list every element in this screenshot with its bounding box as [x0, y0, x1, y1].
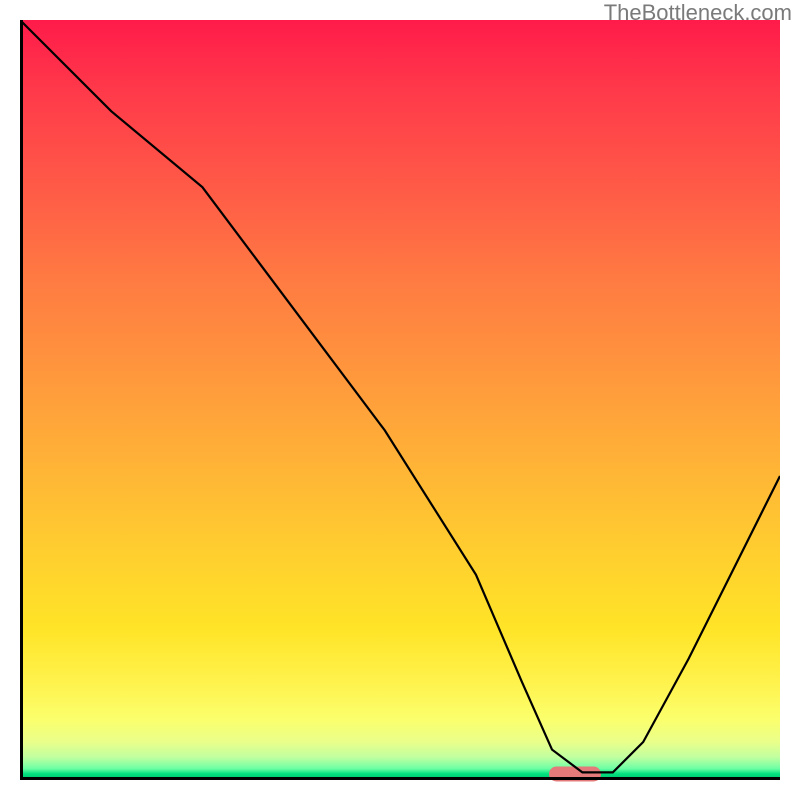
chart-frame: TheBottleneck.com: [0, 0, 800, 800]
watermark-text: TheBottleneck.com: [604, 0, 792, 26]
y-axis: [20, 20, 23, 780]
bottleneck-curve: [20, 20, 780, 780]
x-axis: [20, 777, 780, 780]
plot-area: [20, 20, 780, 780]
